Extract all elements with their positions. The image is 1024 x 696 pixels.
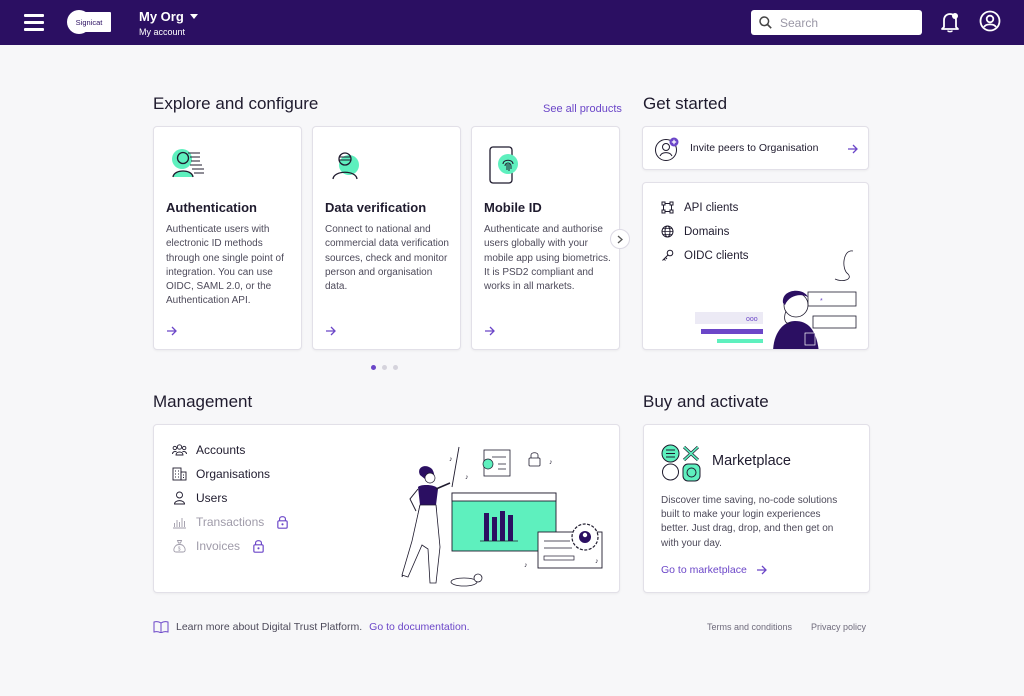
api-clients-link[interactable]: API clients [661,201,738,214]
users-link[interactable]: Users [172,491,227,505]
api-icon [661,201,674,214]
search-icon [759,16,772,29]
marketplace-icon [661,444,701,482]
user-icon [174,491,185,505]
product-title: Mobile ID [484,200,542,215]
key-icon [662,249,674,261]
menu-icon[interactable] [24,14,44,31]
product-card-mobile-id[interactable]: Mobile ID Authenticate and authorise use… [471,126,620,350]
product-title: Authentication [166,200,257,215]
carousel-dot[interactable] [382,365,387,370]
data-verification-icon [332,152,359,180]
accounts-link[interactable]: Accounts [172,443,245,457]
invite-peers-card[interactable]: Invite peers to Organisation [642,126,869,170]
logo-text: Signicat [76,18,104,27]
carousel-next-button[interactable] [610,229,630,249]
management-item-label: Users [196,491,228,505]
arrow-right-icon [756,565,767,575]
product-card-data-verification[interactable]: Data verification Connect to national an… [312,126,461,350]
svg-text:♪: ♪ [465,474,469,481]
management-card: Accounts Organisations Users Transaction… [153,424,620,593]
developer-illustration: ooo * [695,250,857,349]
see-all-products-link[interactable]: See all products [543,103,622,115]
management-illustration: ♪ ♪ ♪ ♪ ♪ [401,446,603,587]
search-box[interactable] [751,10,922,35]
invoices-link: $ Invoices [172,539,266,553]
money-bag-icon: $ [173,540,186,553]
product-title: Data verification [325,200,427,215]
product-description: Connect to national and commercial data … [325,224,449,293]
terms-link[interactable]: Terms and conditions [707,622,792,632]
org-subtitle: My account [139,27,186,37]
carousel-dot[interactable] [393,365,398,370]
management-item-label: Invoices [196,539,241,553]
management-item-label: Accounts [196,443,246,457]
get-started-heading: Get started [643,94,728,113]
signicat-logo[interactable]: Signicat [67,10,111,34]
top-navigation-bar: Signicat My Org My account [0,0,1024,45]
management-heading: Management [153,392,253,411]
product-description: Authenticate users with electronic ID me… [166,224,284,307]
svg-text:*: * [820,298,823,305]
privacy-link[interactable]: Privacy policy [811,622,866,632]
learn-more-text: Learn more about Digital Trust Platform. [176,620,363,633]
documentation-link[interactable]: Go to documentation. [369,621,469,633]
link-label: API clients [684,201,739,214]
chevron-right-icon [617,235,623,243]
lock-icon [277,516,288,529]
carousel-dot[interactable] [371,365,376,370]
svg-text:$: $ [178,547,181,553]
org-name: My Org [139,9,184,24]
svg-text:♪: ♪ [549,459,553,466]
svg-text:♪: ♪ [524,562,528,569]
documentation-hint: Learn more about Digital Trust Platform.… [153,620,470,633]
search-input[interactable] [780,15,910,30]
svg-text:ooo: ooo [746,316,758,323]
marketplace-card: Marketplace Discover time saving, no-cod… [643,424,870,593]
management-item-label: Organisations [196,467,271,481]
marketplace-description: Discover time saving, no-code solutions … [661,495,838,549]
go-to-marketplace-label: Go to marketplace [661,564,747,576]
buy-activate-heading: Buy and activate [643,392,769,411]
invite-peers-label: Invite peers to Organisation [690,142,819,154]
link-label: Domains [684,225,730,238]
go-to-marketplace-link[interactable]: Go to marketplace [661,564,768,576]
authentication-icon [172,149,204,178]
svg-text:♪: ♪ [449,456,453,463]
marketplace-title: Marketplace [712,453,791,469]
management-item-label: Transactions [196,515,265,529]
arrow-right-icon[interactable] [325,326,337,336]
user-profile-icon[interactable] [979,10,1001,32]
quick-links-card: API clients Domains OIDC clients ooo * [642,182,869,350]
notification-bell-icon[interactable] [940,11,960,33]
org-switcher[interactable]: My Org My account [139,9,198,37]
arrow-right-icon[interactable] [484,326,496,336]
fingerprint-phone-icon [489,146,518,184]
svg-text:♪: ♪ [595,558,599,565]
organisations-link[interactable]: Organisations [172,467,270,481]
transactions-link: Transactions [172,515,290,529]
domains-link[interactable]: Domains [661,225,729,238]
accounts-icon [172,444,187,456]
book-icon [153,621,169,633]
caret-down-icon [189,14,198,19]
chart-icon [173,518,186,529]
building-icon [172,467,187,481]
lock-icon [253,540,264,553]
invite-user-icon [655,137,679,161]
carousel-pagination [371,365,398,370]
arrow-right-icon[interactable] [166,326,178,336]
arrow-right-icon [848,144,858,154]
product-card-authentication[interactable]: Authentication Authenticate users with e… [153,126,302,350]
globe-icon [661,225,674,238]
product-description: Authenticate and authorise users globall… [484,224,611,293]
explore-heading: Explore and configure [153,94,319,113]
